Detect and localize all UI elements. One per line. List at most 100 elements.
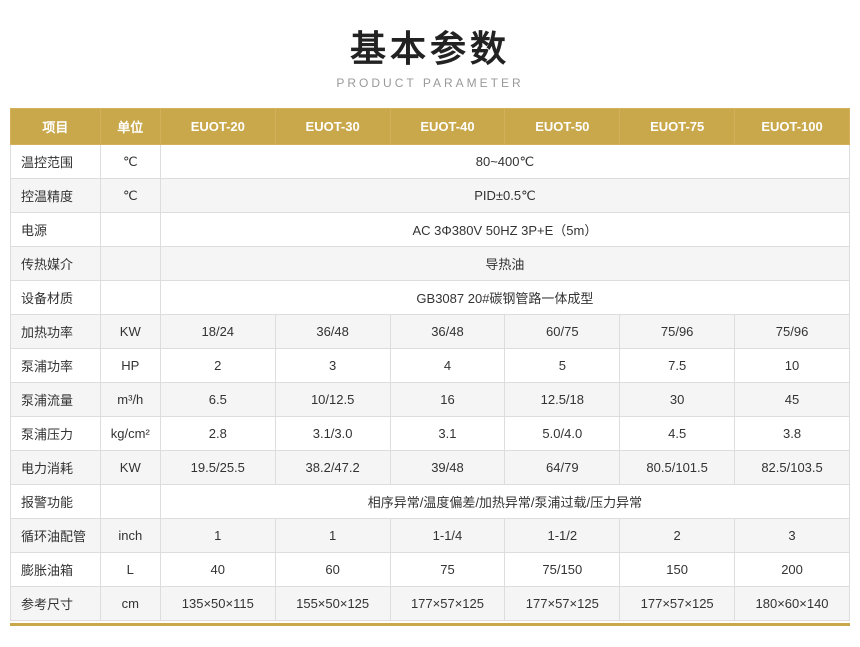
- cell-val-11-5: 3: [735, 519, 850, 553]
- table-row: 参考尺寸cm135×50×115155×50×125177×57×125177×…: [11, 587, 850, 621]
- cell-val-13-4: 177×57×125: [620, 587, 735, 621]
- cell-val-13-5: 180×60×140: [735, 587, 850, 621]
- cell-val-8-3: 5.0/4.0: [505, 417, 620, 451]
- table-row: 温控范围℃80~400℃: [11, 145, 850, 179]
- col-header-euot40: EUOT-40: [390, 109, 505, 145]
- cell-val-12-3: 75/150: [505, 553, 620, 587]
- cell-val-8-1: 3.1/3.0: [275, 417, 390, 451]
- cell-val-5-1: 36/48: [275, 315, 390, 349]
- cell-val-11-0: 1: [160, 519, 275, 553]
- cell-val-7-2: 16: [390, 383, 505, 417]
- cell-val-7-5: 45: [735, 383, 850, 417]
- cell-val-7-0: 6.5: [160, 383, 275, 417]
- cell-val-8-2: 3.1: [390, 417, 505, 451]
- table-row: 设备材质 GB3087 20#碳钢管路一体成型: [11, 281, 850, 315]
- cell-item-13: 参考尺寸: [11, 587, 101, 621]
- cell-item-5: 加热功率: [11, 315, 101, 349]
- col-header-item: 项目: [11, 109, 101, 145]
- page-title: 基本参数: [350, 20, 510, 72]
- cell-unit-9: KW: [100, 451, 160, 485]
- parameter-table: 项目单位EUOT-20EUOT-30EUOT-40EUOT-50EUOT-75E…: [10, 108, 850, 621]
- cell-val-6-3: 5: [505, 349, 620, 383]
- cell-val-7-1: 10/12.5: [275, 383, 390, 417]
- col-header-euot100: EUOT-100: [735, 109, 850, 145]
- cell-val-13-2: 177×57×125: [390, 587, 505, 621]
- table-row: 传热媒介 导热油: [11, 247, 850, 281]
- table-row: 泵浦功率HP23457.510: [11, 349, 850, 383]
- cell-val-9-1: 38.2/47.2: [275, 451, 390, 485]
- cell-span-10: 相序异常/温度偏差/加热异常/泵浦过载/压力异常: [160, 485, 849, 519]
- cell-val-12-1: 60: [275, 553, 390, 587]
- cell-val-9-4: 80.5/101.5: [620, 451, 735, 485]
- table-row: 电源AC 3Φ380V 50HZ 3P+E（5m）: [11, 213, 850, 247]
- cell-val-13-0: 135×50×115: [160, 587, 275, 621]
- cell-item-0: 温控范围: [11, 145, 101, 179]
- cell-unit-3: [100, 247, 160, 281]
- col-header-euot20: EUOT-20: [160, 109, 275, 145]
- cell-val-12-2: 75: [390, 553, 505, 587]
- table-row: 加热功率KW18/2436/4836/4860/7575/9675/96: [11, 315, 850, 349]
- cell-item-11: 循环油配管: [11, 519, 101, 553]
- cell-val-6-2: 4: [390, 349, 505, 383]
- cell-item-2: 电源: [11, 213, 101, 247]
- cell-val-6-4: 7.5: [620, 349, 735, 383]
- cell-unit-6: HP: [100, 349, 160, 383]
- cell-val-13-1: 155×50×125: [275, 587, 390, 621]
- cell-val-12-4: 150: [620, 553, 735, 587]
- cell-val-9-2: 39/48: [390, 451, 505, 485]
- cell-span-0: 80~400℃: [160, 145, 849, 179]
- col-header-euot75: EUOT-75: [620, 109, 735, 145]
- cell-val-11-4: 2: [620, 519, 735, 553]
- cell-val-9-3: 64/79: [505, 451, 620, 485]
- cell-val-6-5: 10: [735, 349, 850, 383]
- bottom-line: [10, 623, 850, 626]
- cell-unit-1: ℃: [100, 179, 160, 213]
- cell-unit-0: ℃: [100, 145, 160, 179]
- cell-unit-12: L: [100, 553, 160, 587]
- cell-unit-8: kg/cm²: [100, 417, 160, 451]
- cell-val-11-2: 1-1/4: [390, 519, 505, 553]
- cell-val-5-5: 75/96: [735, 315, 850, 349]
- cell-span-1: PID±0.5℃: [160, 179, 849, 213]
- cell-item-10: 报警功能: [11, 485, 101, 519]
- cell-val-8-5: 3.8: [735, 417, 850, 451]
- cell-val-8-0: 2.8: [160, 417, 275, 451]
- cell-span-4: GB3087 20#碳钢管路一体成型: [160, 281, 849, 315]
- col-header-unit: 单位: [100, 109, 160, 145]
- cell-val-5-3: 60/75: [505, 315, 620, 349]
- cell-item-7: 泵浦流量: [11, 383, 101, 417]
- cell-val-5-2: 36/48: [390, 315, 505, 349]
- cell-unit-13: cm: [100, 587, 160, 621]
- cell-item-1: 控温精度: [11, 179, 101, 213]
- cell-val-12-0: 40: [160, 553, 275, 587]
- cell-unit-4: [100, 281, 160, 315]
- cell-item-3: 传热媒介: [11, 247, 101, 281]
- table-row: 膨胀油箱L40607575/150150200: [11, 553, 850, 587]
- cell-val-13-3: 177×57×125: [505, 587, 620, 621]
- cell-unit-5: KW: [100, 315, 160, 349]
- cell-item-6: 泵浦功率: [11, 349, 101, 383]
- cell-val-9-5: 82.5/103.5: [735, 451, 850, 485]
- col-header-euot30: EUOT-30: [275, 109, 390, 145]
- cell-val-7-3: 12.5/18: [505, 383, 620, 417]
- table-row: 泵浦流量m³/h6.510/12.51612.5/183045: [11, 383, 850, 417]
- cell-unit-11: inch: [100, 519, 160, 553]
- cell-span-3: 导热油: [160, 247, 849, 281]
- cell-val-12-5: 200: [735, 553, 850, 587]
- cell-item-12: 膨胀油箱: [11, 553, 101, 587]
- page-subtitle: PRODUCT PARAMETER: [336, 76, 523, 90]
- cell-val-5-0: 18/24: [160, 315, 275, 349]
- table-row: 控温精度℃PID±0.5℃: [11, 179, 850, 213]
- table-row: 电力消耗KW19.5/25.538.2/47.239/4864/7980.5/1…: [11, 451, 850, 485]
- cell-unit-7: m³/h: [100, 383, 160, 417]
- cell-val-6-1: 3: [275, 349, 390, 383]
- table-row: 循环油配管inch111-1/41-1/223: [11, 519, 850, 553]
- cell-val-9-0: 19.5/25.5: [160, 451, 275, 485]
- cell-val-6-0: 2: [160, 349, 275, 383]
- cell-unit-10: [100, 485, 160, 519]
- cell-item-4: 设备材质: [11, 281, 101, 315]
- cell-unit-2: [100, 213, 160, 247]
- cell-item-8: 泵浦压力: [11, 417, 101, 451]
- table-row: 泵浦压力kg/cm²2.83.1/3.03.15.0/4.04.53.8: [11, 417, 850, 451]
- cell-val-7-4: 30: [620, 383, 735, 417]
